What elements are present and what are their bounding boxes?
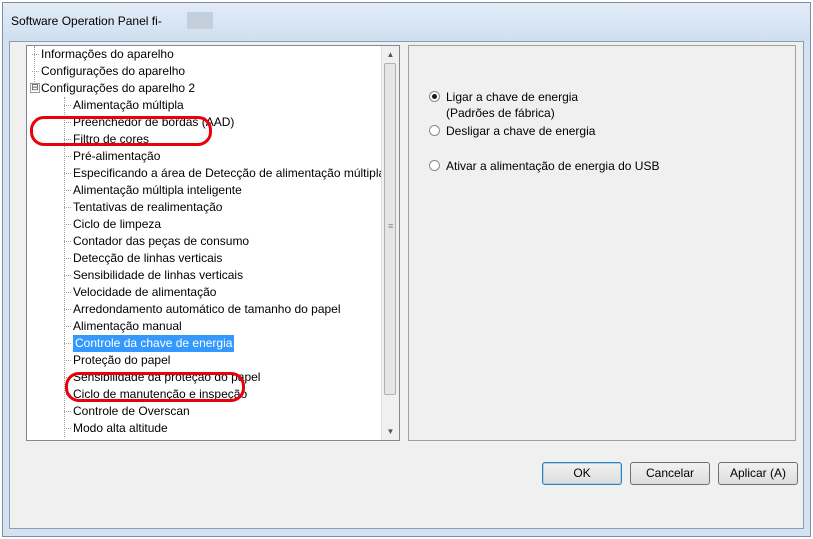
tree-connector: [64, 156, 71, 157]
grip-icon: ≡: [388, 221, 394, 231]
tree-item-label: Proteção do papel: [73, 353, 171, 367]
tree-item[interactable]: Sensibilidade de linhas verticais: [27, 267, 383, 284]
tree-item[interactable]: Controle da chave de energia: [27, 335, 383, 352]
apply-button[interactable]: Aplicar (A): [718, 462, 798, 485]
radio-button[interactable]: [429, 160, 440, 171]
tree-item-label: Ciclo de limpeza: [73, 217, 162, 231]
cancel-button[interactable]: Cancelar: [630, 462, 710, 485]
tree-connector: [64, 241, 71, 242]
tree-item[interactable]: Contador das peças de consumo: [27, 233, 383, 250]
tree-item-label: Configurações do aparelho 2: [41, 81, 196, 95]
tree-item[interactable]: Tentativas de realimentação: [27, 199, 383, 216]
tree-item[interactable]: Pré-alimentação: [27, 148, 383, 165]
tree-item[interactable]: Ciclo de limpeza: [27, 216, 383, 233]
tree-item[interactable]: Alimentação múltipla inteligente: [27, 182, 383, 199]
tree-item[interactable]: Arredondamento automático de tamanho do …: [27, 301, 383, 318]
tree-connector: [64, 105, 71, 106]
tree-item-label: Alimentação múltipla: [73, 98, 184, 112]
tree-connector: [64, 428, 71, 429]
ok-button[interactable]: OK: [542, 462, 622, 485]
tree-item[interactable]: Configurações do aparelho: [27, 63, 383, 80]
tree-connector: [64, 411, 71, 412]
tree-item[interactable]: Informações do aparelho: [27, 46, 383, 63]
tree-connector: [64, 207, 71, 208]
tree-item-label: Modo alta altitude: [73, 421, 168, 435]
tree-item-label: Alimentação múltipla inteligente: [73, 183, 242, 197]
tree-item-label: Especificando a área de Detecção de alim…: [73, 166, 386, 180]
tree-item[interactable]: Especificando a área de Detecção de alim…: [27, 165, 386, 182]
tree-item-label: Alimentação manual: [73, 319, 182, 333]
tree-item[interactable]: Proteção do papel: [27, 352, 383, 369]
tree-item-label: Detecção de linhas verticais: [73, 251, 223, 265]
collapse-icon[interactable]: ⊟: [30, 83, 40, 93]
tree-item[interactable]: ⊟ Configurações do aparelho 2: [27, 80, 383, 97]
window-title: Software Operation Panel fi-: [11, 14, 162, 28]
tree-item[interactable]: Controle de Overscan: [27, 403, 383, 420]
tree-connector: [64, 292, 71, 293]
radio-button-checked[interactable]: [429, 91, 440, 102]
tree-item-label: Controle da chave de energia: [73, 335, 235, 352]
highlight-power-switch: [65, 372, 245, 402]
tree-item-label: Sensibilidade de linhas verticais: [73, 268, 244, 282]
radio-power-on-label: Ligar a chave de energia: [446, 90, 579, 104]
tree-connector: [64, 173, 71, 174]
radio-button[interactable]: [429, 125, 440, 136]
tree-scrollbar[interactable]: ▲ ≡ ▼: [381, 46, 399, 440]
tree-item[interactable]: Modo alta altitude: [27, 420, 383, 437]
radio-power-off-label: Desligar a chave de energia: [446, 124, 596, 138]
tree-connector: [64, 190, 71, 191]
model-redaction: [187, 12, 213, 29]
title-bar: Software Operation Panel fi-: [3, 3, 810, 41]
tree-item-label: Contador das peças de consumo: [73, 234, 250, 248]
tree-item-label: Arredondamento automático de tamanho do …: [73, 302, 341, 316]
tree-connector: [64, 343, 71, 344]
tree-connector: [64, 275, 71, 276]
scroll-up-icon[interactable]: ▲: [382, 46, 399, 63]
tree-connector: [64, 309, 71, 310]
tree-item-label: Pré-alimentação: [73, 149, 161, 163]
tree-item-label: Tentativas de realimentação: [73, 200, 223, 214]
tree-item[interactable]: Alimentação manual: [27, 318, 383, 335]
scroll-down-icon[interactable]: ▼: [382, 423, 399, 440]
highlight-config-2: [30, 116, 212, 146]
scroll-thumb[interactable]: ≡: [384, 63, 396, 395]
tree-item[interactable]: Velocidade de alimentação: [27, 284, 383, 301]
tree-connector: [64, 360, 71, 361]
tree-item[interactable]: Alimentação múltipla: [27, 97, 383, 114]
tree-connector: [64, 258, 71, 259]
radio-usb-power-label: Ativar a alimentação de energia do USB: [446, 159, 660, 173]
tree-item-label: Velocidade de alimentação: [73, 285, 217, 299]
tree-connector: [64, 224, 71, 225]
tree-item[interactable]: Detecção de linhas verticais: [27, 250, 383, 267]
tree-item-label: Configurações do aparelho: [41, 64, 186, 78]
tree-connector: [64, 326, 71, 327]
tree-item-label: Controle de Overscan: [73, 404, 190, 418]
tree-item-label: Informações do aparelho: [41, 47, 174, 61]
tree-guide-line: [34, 46, 35, 84]
factory-default-label: (Padrões de fábrica): [446, 106, 555, 120]
options-panel: Ligar a chave de energia (Padrões de fáb…: [408, 45, 796, 441]
